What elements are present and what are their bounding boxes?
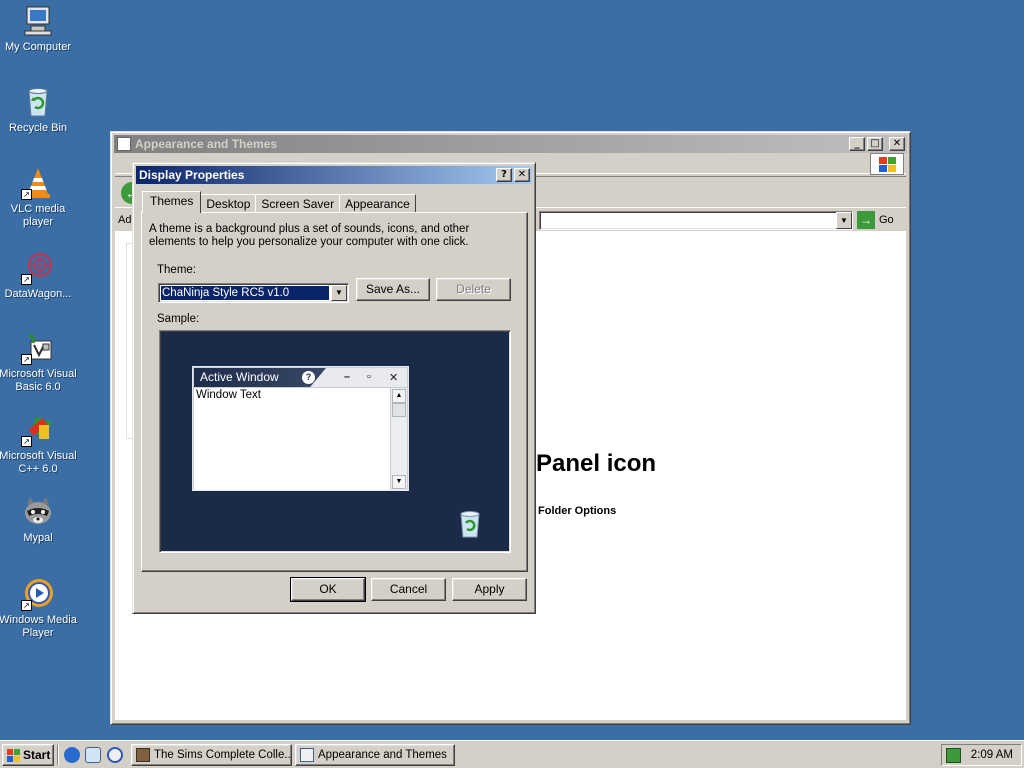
taskbar-item-appearance-themes[interactable]: Appearance and Themes xyxy=(295,744,455,766)
internet-explorer-icon[interactable] xyxy=(64,747,80,763)
sample-scrollbar: ▲ ▼ xyxy=(390,388,407,490)
maximize-button[interactable]: □ xyxy=(867,137,883,151)
shortcut-arrow-icon: ↗ xyxy=(21,436,32,447)
desktop-icon-label: VLC media player xyxy=(10,203,66,228)
visual-cpp-icon: ↗ xyxy=(21,413,55,447)
clock[interactable]: 2:09 AM xyxy=(971,749,1013,761)
maximize-icon: ▫ xyxy=(367,371,371,383)
shortcut-arrow-icon: ↗ xyxy=(21,189,32,200)
vlc-cone-icon: ↗ xyxy=(21,166,55,200)
task-label: The Sims Complete Colle... xyxy=(154,749,292,761)
cancel-button[interactable]: Cancel xyxy=(371,578,446,601)
media-player-icon[interactable] xyxy=(107,747,123,763)
address-input[interactable]: ▼ xyxy=(539,211,853,230)
dialog-titlebar[interactable]: Display Properties ? ✕ xyxy=(136,166,532,184)
sample-window-text: Window Text xyxy=(194,388,390,490)
computer-icon xyxy=(21,4,55,38)
page-heading: Panel icon xyxy=(536,450,657,477)
tab-screen-saver[interactable]: Screen Saver xyxy=(255,194,341,213)
scroll-up-icon: ▲ xyxy=(392,389,406,403)
shortcut-arrow-icon: ↗ xyxy=(21,274,32,285)
tab-themes[interactable]: Themes xyxy=(142,191,202,213)
media-player-icon: ↗ xyxy=(21,577,55,611)
desktop-icon-recycle-bin[interactable]: Recycle Bin xyxy=(0,85,77,135)
folder-options-link[interactable]: Folder Options xyxy=(538,505,616,517)
sample-titlebar: Active Window ? – ▫ ✕ xyxy=(194,368,407,387)
theme-select[interactable]: ChaNinja Style RC5 v1.0 ▼ xyxy=(158,283,349,303)
theme-description: A theme is a background plus a set of so… xyxy=(149,223,470,248)
desktop-icon-my-computer[interactable]: My Computer xyxy=(0,4,77,54)
start-label: Start xyxy=(23,748,51,762)
desktop-icon-label: Windows Media Player xyxy=(0,614,77,639)
dialog-title: Display Properties xyxy=(139,168,245,182)
desktop-icon-visual-basic[interactable]: ↗ Microsoft Visual Basic 6.0 xyxy=(0,331,77,394)
desktop-icon-label: Recycle Bin xyxy=(8,122,68,134)
raccoon-icon xyxy=(21,495,55,529)
desktop-icon-datawagon[interactable]: ↗ DataWagon... xyxy=(0,251,77,301)
shortcut-arrow-icon: ↗ xyxy=(21,354,32,365)
chevron-down-icon[interactable]: ▼ xyxy=(836,212,852,229)
go-arrow-icon: → xyxy=(857,211,875,229)
desktop-icon-label: Mypal xyxy=(23,532,53,544)
visual-basic-icon: ↗ xyxy=(21,331,55,365)
desktop-icon-label: Microsoft Visual Basic 6.0 xyxy=(0,368,77,393)
quick-launch-separator xyxy=(57,745,59,765)
apply-button[interactable]: Apply xyxy=(452,578,527,601)
tab-appearance[interactable]: Appearance xyxy=(339,194,416,213)
delete-button[interactable]: Delete xyxy=(436,278,511,301)
ok-button[interactable]: OK xyxy=(290,577,366,602)
explorer-titlebar[interactable]: Appearance and Themes _ □ ✕ xyxy=(114,135,907,153)
close-button[interactable]: ✕ xyxy=(514,168,530,182)
recycle-bin-icon xyxy=(456,509,484,539)
desktop-icon-label: Microsoft Visual C++ 6.0 xyxy=(0,450,77,475)
sample-active-window: Active Window ? – ▫ ✕ Window Text ▲ ▼ xyxy=(192,366,409,491)
sims-game-icon xyxy=(136,748,150,762)
chevron-down-icon[interactable]: ▼ xyxy=(331,285,347,301)
control-panel-icon xyxy=(300,748,314,762)
desktop-icon-vlc[interactable]: ↗ VLC media player xyxy=(0,166,77,229)
desktop-icon-media-player[interactable]: ↗ Windows Media Player xyxy=(0,577,77,640)
scroll-thumb xyxy=(392,403,406,417)
desktop-icon-mypal[interactable]: Mypal xyxy=(0,495,77,545)
display-properties-dialog[interactable]: Display Properties ? ✕ Themes Desktop Sc… xyxy=(132,162,536,614)
close-button[interactable]: ✕ xyxy=(889,137,905,151)
taskbar-item-sims[interactable]: The Sims Complete Colle... xyxy=(131,744,292,766)
help-icon: ? xyxy=(302,371,315,384)
tab-strip: Themes Desktop Screen Saver Appearance xyxy=(142,191,416,213)
task-label: Appearance and Themes xyxy=(318,749,447,761)
window-title: Appearance and Themes xyxy=(135,137,278,151)
desktop-icon-label: My Computer xyxy=(4,41,72,53)
window-icon xyxy=(117,137,131,151)
windows-flag-icon xyxy=(870,153,904,175)
scroll-down-icon: ▼ xyxy=(392,475,406,489)
theme-label: Theme: xyxy=(157,264,196,276)
minimize-button[interactable]: _ xyxy=(849,137,865,151)
theme-sample-preview: Active Window ? – ▫ ✕ Window Text ▲ ▼ xyxy=(159,330,511,553)
go-button[interactable]: → Go xyxy=(857,211,894,229)
desktop-icon-label: DataWagon... xyxy=(4,288,72,300)
network-icon[interactable] xyxy=(946,748,961,763)
shortcut-arrow-icon: ↗ xyxy=(21,600,32,611)
go-label: Go xyxy=(879,214,894,226)
windows-flag-icon xyxy=(6,748,21,762)
recycle-bin-icon xyxy=(21,85,55,119)
help-button[interactable]: ? xyxy=(496,168,512,182)
desktop-icon-visual-cpp[interactable]: ↗ Microsoft Visual C++ 6.0 xyxy=(0,413,77,476)
close-icon: ✕ xyxy=(389,372,399,384)
taskbar: Start The Sims Complete Colle... Appeara… xyxy=(0,740,1024,768)
datawagon-icon: ↗ xyxy=(21,251,55,285)
save-as-button[interactable]: Save As... xyxy=(356,278,430,301)
tab-desktop[interactable]: Desktop xyxy=(200,194,257,213)
system-tray: 2:09 AM xyxy=(941,744,1022,766)
minimize-icon: – xyxy=(344,371,351,383)
theme-select-value: ChaNinja Style RC5 v1.0 xyxy=(160,285,330,301)
sample-label: Sample: xyxy=(157,313,200,325)
show-desktop-icon[interactable] xyxy=(85,747,101,763)
start-button[interactable]: Start xyxy=(2,744,54,766)
